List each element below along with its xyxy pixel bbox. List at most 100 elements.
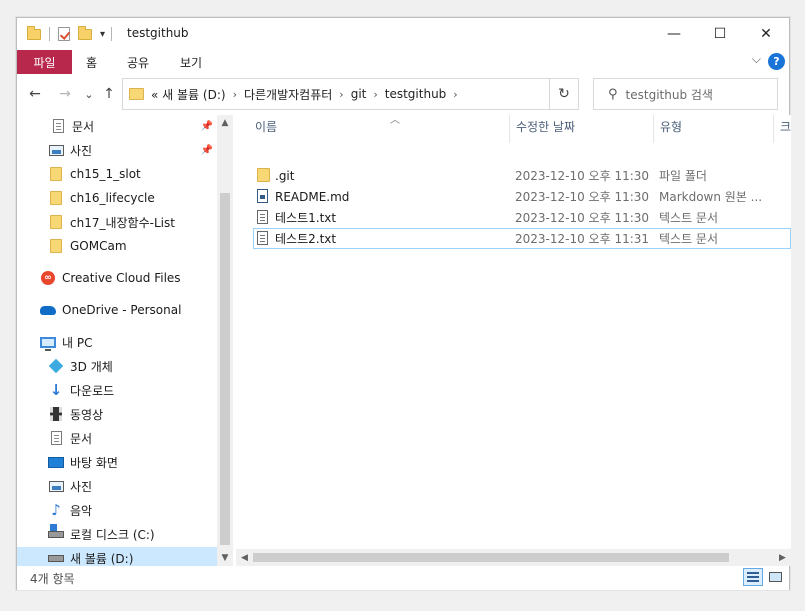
maximize-button[interactable]: ☐ <box>697 18 743 50</box>
file-row-readme[interactable]: README.md 2023-12-10 오후 11:30 Markdown 원… <box>253 186 791 207</box>
sidebar-item-this-pc[interactable]: 내 PC <box>17 331 217 353</box>
tab-file[interactable]: 파일 <box>17 50 72 74</box>
sidebar-item-ch17[interactable]: ch17_내장함수-List <box>17 211 217 233</box>
scrollbar-thumb[interactable] <box>253 553 729 562</box>
videos-icon <box>48 406 64 422</box>
search-box[interactable]: ⚲ testgithub 검색 <box>593 78 778 110</box>
column-divider[interactable] <box>509 115 510 143</box>
recent-locations-dropdown[interactable]: ⌄ <box>79 84 99 104</box>
desktop-icon <box>48 454 64 470</box>
sidebar-item-label: 문서 <box>70 431 93 446</box>
search-input[interactable]: testgithub 검색 <box>626 86 713 103</box>
expand-ribbon-chevron-icon[interactable]: ⌵ <box>752 52 761 67</box>
sidebar-item-ch15[interactable]: ch15_1_slot <box>17 163 217 185</box>
sidebar-item-desktop[interactable]: 바탕 화면 <box>17 451 217 473</box>
back-button[interactable]: ← <box>25 84 45 104</box>
customize-toolbar-dropdown-icon[interactable]: ▾ <box>100 29 105 40</box>
column-header-size[interactable]: 크 <box>780 118 791 135</box>
refresh-button[interactable]: ↻ <box>549 78 579 110</box>
tab-share[interactable]: 공유 <box>127 54 149 71</box>
navigation-pane-scrollbar[interactable]: ▲ ▼ <box>217 115 233 566</box>
scroll-up-icon[interactable]: ▲ <box>217 115 233 131</box>
large-icons-view-button[interactable] <box>765 568 785 586</box>
breadcrumb-separator[interactable]: › <box>339 88 343 101</box>
forward-button[interactable]: → <box>55 84 75 104</box>
file-name: 테스트1.txt <box>275 211 337 225</box>
file-modified: 2023-12-10 오후 11:30 <box>515 169 650 183</box>
sidebar-item-label: 3D 개체 <box>70 359 113 374</box>
scrollbar-thumb[interactable] <box>220 193 230 545</box>
3d-objects-icon <box>48 358 64 374</box>
sort-ascending-icon: ︿ <box>390 115 400 126</box>
pin-icon: 📌 <box>200 120 213 132</box>
sidebar-item-videos[interactable]: 동영상 <box>17 403 217 425</box>
file-type: Markdown 원본 ... <box>659 190 763 204</box>
folder-icon <box>48 238 64 254</box>
new-folder-icon[interactable] <box>78 25 92 40</box>
breadcrumb-separator[interactable]: › <box>373 88 377 101</box>
sidebar-item-label: 동영상 <box>70 407 104 422</box>
sidebar-item-ch16[interactable]: ch16_lifecycle <box>17 187 217 209</box>
document-icon <box>48 430 64 446</box>
sidebar-item-label: 로컬 디스크 (C:) <box>70 527 155 542</box>
navigation-bar: ← → ⌄ ↑ « 새 볼륨 (D:) › 다른개발자컴퓨터 › git › t… <box>17 78 789 112</box>
sidebar-item-music[interactable]: ♪ 음악 <box>17 499 217 521</box>
file-type: 텍스트 문서 <box>659 232 719 246</box>
properties-icon[interactable] <box>58 27 70 41</box>
sidebar-item-label: ch15_1_slot <box>70 167 141 181</box>
column-header-type[interactable]: 유형 <box>660 118 682 135</box>
column-header-modified[interactable]: 수정한 날짜 <box>516 118 575 135</box>
sidebar-item-gomcam[interactable]: GOMCam <box>17 235 217 257</box>
folder-icon <box>129 88 144 100</box>
breadcrumb-separator[interactable]: › <box>233 88 237 101</box>
sidebar-item-pictures[interactable]: 사진 <box>17 475 217 497</box>
breadcrumb-folder[interactable]: 다른개발자컴퓨터 <box>244 86 332 103</box>
column-divider[interactable] <box>773 115 774 143</box>
sidebar-item-pictures-quick[interactable]: 사진 📌 <box>17 139 217 161</box>
sidebar-item-onedrive[interactable]: OneDrive - Personal <box>17 299 217 321</box>
sidebar-item-label: 바탕 화면 <box>70 455 118 470</box>
sidebar-item-3d-objects[interactable]: 3D 개체 <box>17 355 217 377</box>
sidebar-item-creative-cloud[interactable]: ∞ Creative Cloud Files <box>17 267 217 289</box>
address-bar[interactable]: « 새 볼륨 (D:) › 다른개발자컴퓨터 › git › testgithu… <box>122 78 563 110</box>
up-button[interactable]: ↑ <box>99 84 119 104</box>
scroll-right-icon[interactable]: ▶ <box>774 549 791 566</box>
scroll-left-icon[interactable]: ◀ <box>236 549 253 566</box>
text-file-icon <box>257 210 268 227</box>
toolbar-divider <box>111 27 113 41</box>
breadcrumb-separator[interactable]: › <box>453 88 457 101</box>
file-modified: 2023-12-10 오후 11:30 <box>515 211 650 225</box>
breadcrumb-folder[interactable]: git <box>351 87 367 101</box>
column-header-name[interactable]: 이름 <box>255 118 277 135</box>
sidebar-item-label: ch17_내장함수-List <box>70 215 175 230</box>
sidebar-item-documents-quick[interactable]: 문서 📌 <box>17 115 217 137</box>
sidebar-item-label: 사진 <box>70 479 93 494</box>
sidebar-item-volume-d[interactable]: 새 볼륨 (D:) <box>17 547 217 566</box>
help-icon[interactable]: ? <box>768 53 785 70</box>
document-icon <box>50 118 66 134</box>
markdown-file-icon <box>257 189 268 206</box>
scroll-down-icon[interactable]: ▼ <box>217 550 233 566</box>
sidebar-item-downloads[interactable]: ↓ 다운로드 <box>17 379 217 401</box>
column-divider[interactable] <box>653 115 654 143</box>
horizontal-scrollbar[interactable]: ◀ ▶ <box>236 549 791 566</box>
folder-icon <box>48 166 64 182</box>
sidebar-item-label: GOMCam <box>70 239 127 253</box>
tab-view[interactable]: 보기 <box>180 54 202 71</box>
breadcrumb-drive[interactable]: « 새 볼륨 (D:) <box>151 86 226 103</box>
file-row-git[interactable]: .git 2023-12-10 오후 11:30 파일 폴더 <box>253 165 791 186</box>
onedrive-icon <box>40 302 56 318</box>
sidebar-item-local-disk-c[interactable]: 로컬 디스크 (C:) <box>17 523 217 545</box>
details-view-icon <box>747 572 759 582</box>
status-bar: 4개 항목 <box>17 566 789 590</box>
tab-home[interactable]: 홈 <box>86 54 97 71</box>
sidebar-item-label: 사진 <box>70 143 93 158</box>
minimize-button[interactable]: — <box>651 18 697 50</box>
close-button[interactable]: ✕ <box>743 18 789 50</box>
file-row-test1[interactable]: 테스트1.txt 2023-12-10 오후 11:30 텍스트 문서 <box>253 207 791 228</box>
window-title: testgithub <box>127 26 189 40</box>
file-row-test2[interactable]: 테스트2.txt 2023-12-10 오후 11:31 텍스트 문서 <box>253 228 791 249</box>
details-view-button[interactable] <box>743 568 763 586</box>
sidebar-item-documents[interactable]: 문서 <box>17 427 217 449</box>
breadcrumb-current[interactable]: testgithub <box>385 87 447 101</box>
